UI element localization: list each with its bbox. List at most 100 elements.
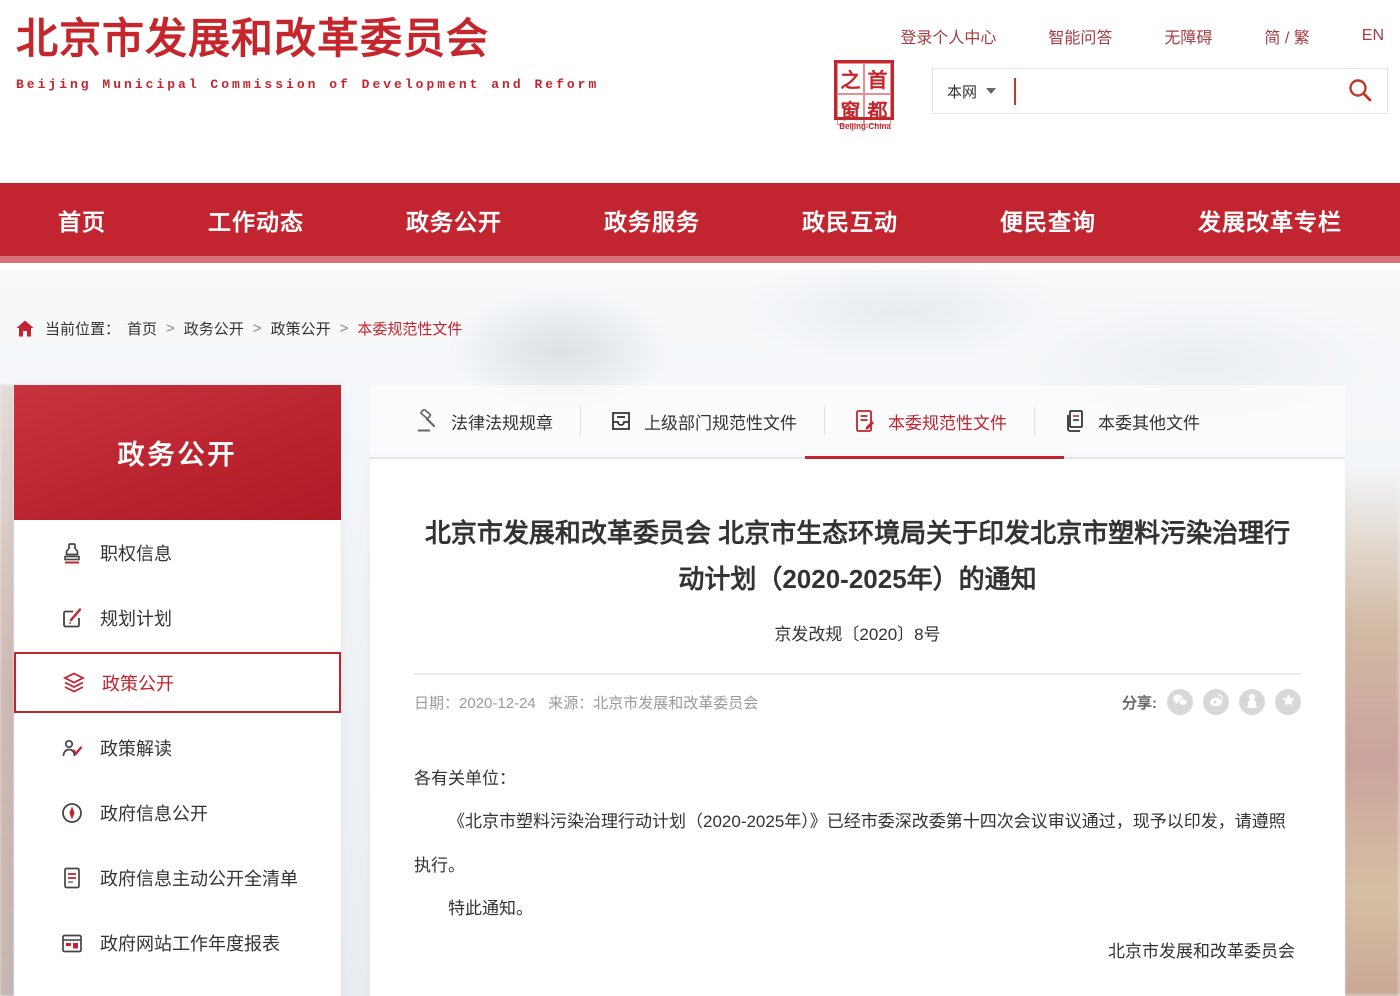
link-simplified-traditional[interactable]: 简 / 繁 xyxy=(1264,24,1309,48)
sidebar-item-policy-disclosure[interactable]: 政策公开 xyxy=(14,652,341,713)
date-source: 日期：2020-12-24 来源：北京市发展和改革委员会 xyxy=(414,692,758,713)
background-photo-left-strip xyxy=(0,385,14,996)
layers-icon xyxy=(62,671,86,695)
sidebar-item-gov-info-disclosure[interactable]: 政府信息公开 xyxy=(14,780,341,845)
chevron-down-icon[interactable] xyxy=(986,88,996,94)
share-bar: 分享: xyxy=(1122,689,1301,715)
checklist-icon xyxy=(60,866,84,890)
salutation: 各有关单位： xyxy=(414,757,1301,800)
breadcrumb-current-page: 本委规范性文件 xyxy=(357,318,462,339)
tab-laws-regulations[interactable]: 法律法规规章 xyxy=(388,385,580,457)
breadcrumb-label: 当前位置： xyxy=(45,318,120,339)
tab-commission-normative-docs[interactable]: 本委规范性文件 xyxy=(825,385,1034,457)
nav-item-reform-column[interactable]: 发展改革专栏 xyxy=(1198,203,1342,237)
article-title: 北京市发展和改革委员会 北京市生态环境局关于印发北京市塑料污染治理行动计划（20… xyxy=(418,459,1298,602)
main-content: 法律法规规章 上级部门规范性文件 本委规范性文件 本委其他文件 北京市发展和改革… xyxy=(370,385,1345,996)
sidebar-item-website-annual-report[interactable]: 政府网站工作年度报表 xyxy=(14,910,341,975)
paragraph: 特此通知。 xyxy=(414,887,1301,930)
share-label: 分享: xyxy=(1122,692,1157,713)
seal-caption: Beijing-China xyxy=(834,122,896,131)
search-cursor-divider xyxy=(1014,78,1016,105)
sidebar-item-planning[interactable]: 规划计划 xyxy=(14,585,341,650)
site-subtitle: Beijing Municipal Commission of Developm… xyxy=(16,77,599,92)
annual-report-icon xyxy=(60,931,84,955)
source-name: 北京市发展和改革委员会 xyxy=(593,695,758,712)
tab-label: 本委其他文件 xyxy=(1098,409,1200,434)
article-panel: 北京市发展和改革委员会 北京市生态环境局关于印发北京市塑料污染治理行动计划（20… xyxy=(370,459,1345,996)
beijing-china-seal-logo[interactable]: 之 首 窗 都 Beijing-China xyxy=(834,60,896,131)
date-label: 日期： xyxy=(414,695,459,712)
doc-edit-icon xyxy=(852,409,878,433)
stamp-icon xyxy=(60,541,84,565)
breadcrumb-separator: > xyxy=(166,320,175,337)
sidebar: 政务公开 职权信息 规划计划 政策公开 政策解读 xyxy=(14,385,341,996)
sidebar-item-label: 职权信息 xyxy=(100,540,172,566)
sidebar-menu: 职权信息 规划计划 政策公开 政策解读 政府信息公开 xyxy=(14,520,341,996)
link-english[interactable]: EN xyxy=(1362,27,1384,45)
seal-char: 窗 xyxy=(837,94,864,125)
wechat-icon xyxy=(1172,693,1188,711)
sidebar-item-label: 政府网站工作年度报表 xyxy=(100,930,280,956)
divider xyxy=(414,673,1301,675)
search-scope-select[interactable]: 本网 xyxy=(947,81,977,102)
document-number: 京发改规〔2020〕8号 xyxy=(414,620,1301,645)
breadcrumb: 当前位置： 首页 > 政务公开 > 政策公开 > 本委规范性文件 xyxy=(16,318,462,339)
sidebar-item-decision-catalog[interactable]: 决策目录 xyxy=(14,975,341,996)
breadcrumb-separator: > xyxy=(253,320,262,337)
inbox-icon xyxy=(608,409,634,433)
home-icon[interactable] xyxy=(16,320,34,337)
site-logo[interactable]: 北京市发展和改革委员会 Beijing Municipal Commission… xyxy=(16,12,599,92)
primary-nav: 首页 工作动态 政务公开 政务服务 政民互动 便民查询 发展改革专栏 xyxy=(0,183,1400,263)
link-login-personal-center[interactable]: 登录个人中心 xyxy=(900,24,996,48)
seal-char: 首 xyxy=(864,63,891,94)
nav-item-home[interactable]: 首页 xyxy=(58,203,106,237)
site-title: 北京市发展和改革委员会 xyxy=(16,12,599,67)
article-body: 各有关单位： 《北京市塑料污染治理行动计划（2020-2025年）》已经市委深改… xyxy=(414,757,1301,974)
link-accessibility[interactable]: 无障碍 xyxy=(1164,24,1212,48)
document-tabs: 法律法规规章 上级部门规范性文件 本委规范性文件 本委其他文件 xyxy=(370,385,1345,459)
interpretation-icon xyxy=(60,736,84,760)
favorite-star-button[interactable] xyxy=(1275,689,1301,715)
seal-characters: 之 首 窗 都 xyxy=(834,60,894,120)
favorite-star-icon xyxy=(1281,693,1296,712)
sidebar-item-policy-interpretation[interactable]: 政策解读 xyxy=(14,715,341,780)
search-button[interactable] xyxy=(1347,77,1373,106)
share-qq-button[interactable] xyxy=(1239,689,1265,715)
sidebar-item-label: 政策解读 xyxy=(100,735,172,761)
sidebar-item-authority-info[interactable]: 职权信息 xyxy=(14,520,341,585)
site-search: 本网 xyxy=(932,68,1388,114)
breadcrumb-home[interactable]: 首页 xyxy=(127,318,157,339)
link-smart-qa[interactable]: 智能问答 xyxy=(1048,24,1112,48)
qq-icon xyxy=(1246,693,1258,712)
signature: 北京市发展和改革委员会 xyxy=(414,930,1301,973)
nav-item-work-dynamics[interactable]: 工作动态 xyxy=(208,203,304,237)
tab-label: 法律法规规章 xyxy=(451,409,553,434)
sidebar-item-label: 政府信息主动公开全清单 xyxy=(100,865,298,891)
share-wechat-button[interactable] xyxy=(1167,689,1193,715)
background-photo-right-strip xyxy=(1344,470,1400,996)
paragraph: 《北京市塑料污染治理行动计划（2020-2025年）》已经市委深改委第十四次会议… xyxy=(414,800,1301,887)
breadcrumb-separator: > xyxy=(340,320,349,337)
nav-item-public-interaction[interactable]: 政民互动 xyxy=(802,203,898,237)
sidebar-item-proactive-disclosure-list[interactable]: 政府信息主动公开全清单 xyxy=(14,845,341,910)
tab-label: 上级部门规范性文件 xyxy=(644,409,797,434)
sidebar-item-label: 政府信息公开 xyxy=(100,800,208,826)
tab-commission-other-docs[interactable]: 本委其他文件 xyxy=(1035,385,1227,457)
tab-label: 本委规范性文件 xyxy=(888,409,1007,434)
tab-superior-normative-docs[interactable]: 上级部门规范性文件 xyxy=(581,385,824,457)
search-input[interactable] xyxy=(1030,69,1347,113)
search-icon xyxy=(1347,77,1373,106)
pages-icon xyxy=(1062,409,1088,433)
nav-item-convenience-query[interactable]: 便民查询 xyxy=(1000,203,1096,237)
publish-date: 2020-12-24 xyxy=(459,695,536,712)
sidebar-item-label: 政策公开 xyxy=(102,670,174,696)
top-utility-links: 登录个人中心 智能问答 无障碍 简 / 繁 EN xyxy=(900,24,1384,48)
nav-item-gov-disclosure[interactable]: 政务公开 xyxy=(406,203,502,237)
weibo-icon xyxy=(1209,693,1224,711)
breadcrumb-policy-disclosure[interactable]: 政策公开 xyxy=(271,318,331,339)
breadcrumb-gov-disclosure[interactable]: 政务公开 xyxy=(184,318,244,339)
site-header: 北京市发展和改革委员会 Beijing Municipal Commission… xyxy=(0,0,1400,183)
share-weibo-button[interactable] xyxy=(1203,689,1229,715)
seal-char: 都 xyxy=(864,94,891,125)
nav-item-gov-services[interactable]: 政务服务 xyxy=(604,203,700,237)
